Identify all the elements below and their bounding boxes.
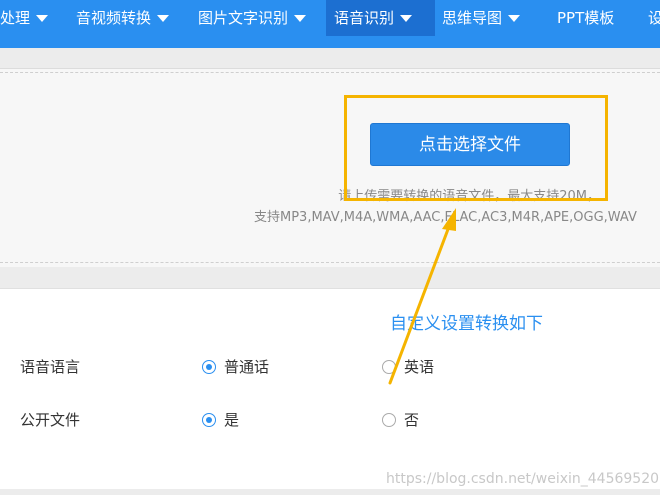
radio-english-label: 英语 xyxy=(404,358,435,376)
chevron-down-icon xyxy=(157,15,170,22)
nav-item-label: 图片文字识别 xyxy=(198,9,289,27)
radio-mandarin-label: 普通话 xyxy=(224,358,270,376)
radio-english[interactable] xyxy=(382,360,396,374)
nav-item-label: 处理 xyxy=(0,9,31,27)
nav-item-label: 语音识别 xyxy=(334,9,395,27)
nav-item-ppt-template[interactable]: PPT模板 xyxy=(553,0,618,36)
chevron-down-icon xyxy=(294,15,307,22)
chevron-down-icon xyxy=(36,15,49,22)
chevron-down-icon xyxy=(508,15,521,22)
radio-public-no-label: 否 xyxy=(404,411,420,429)
language-label: 语音语言 xyxy=(20,358,81,376)
nav-item-label: 音视频转换 xyxy=(76,9,152,27)
upload-hint-formats: 支持MP3,MAV,M4A,WMA,AAC,FLAC,AC3,M4R,APE,O… xyxy=(254,210,637,225)
upload-panel: 点击选择文件 请上传需要转换的语音文件，最大支持20M， 支持MP3,MAV,M… xyxy=(0,68,660,267)
chevron-down-icon xyxy=(400,15,413,22)
radio-public-yes[interactable] xyxy=(202,413,216,427)
annotation-highlight-box xyxy=(344,95,608,201)
settings-panel: 自定义设置转换如下 语音语言 普通话 英语 公开文件 是 否 https://b… xyxy=(0,288,660,489)
nav-item-speech-recognition[interactable]: 语音识别 xyxy=(326,0,435,36)
settings-title: 自定义设置转换如下 xyxy=(390,314,543,334)
watermark: https://blog.csdn.net/weixin_44569520 xyxy=(386,471,660,487)
divider xyxy=(0,262,660,263)
nav-item-document[interactable]: 处理 xyxy=(0,0,52,36)
public-file-label: 公开文件 xyxy=(20,411,81,429)
divider xyxy=(0,72,660,73)
nav-item-label: 设 xyxy=(648,9,660,27)
radio-mandarin[interactable] xyxy=(202,360,216,374)
top-nav-bar: 处理 音视频转换 图片文字识别 语音识别 思维导图 PPT模板 设 xyxy=(0,0,660,48)
nav-item-audio-video[interactable]: 音视频转换 xyxy=(72,0,173,36)
nav-item-mind-map[interactable]: 思维导图 xyxy=(438,0,524,36)
radio-public-yes-label: 是 xyxy=(224,411,240,429)
nav-item-label: PPT模板 xyxy=(557,9,615,27)
nav-item-ocr[interactable]: 图片文字识别 xyxy=(194,0,310,36)
radio-public-no[interactable] xyxy=(382,413,396,427)
nav-item-settings[interactable]: 设 xyxy=(644,0,660,36)
nav-item-label: 思维导图 xyxy=(442,9,503,27)
